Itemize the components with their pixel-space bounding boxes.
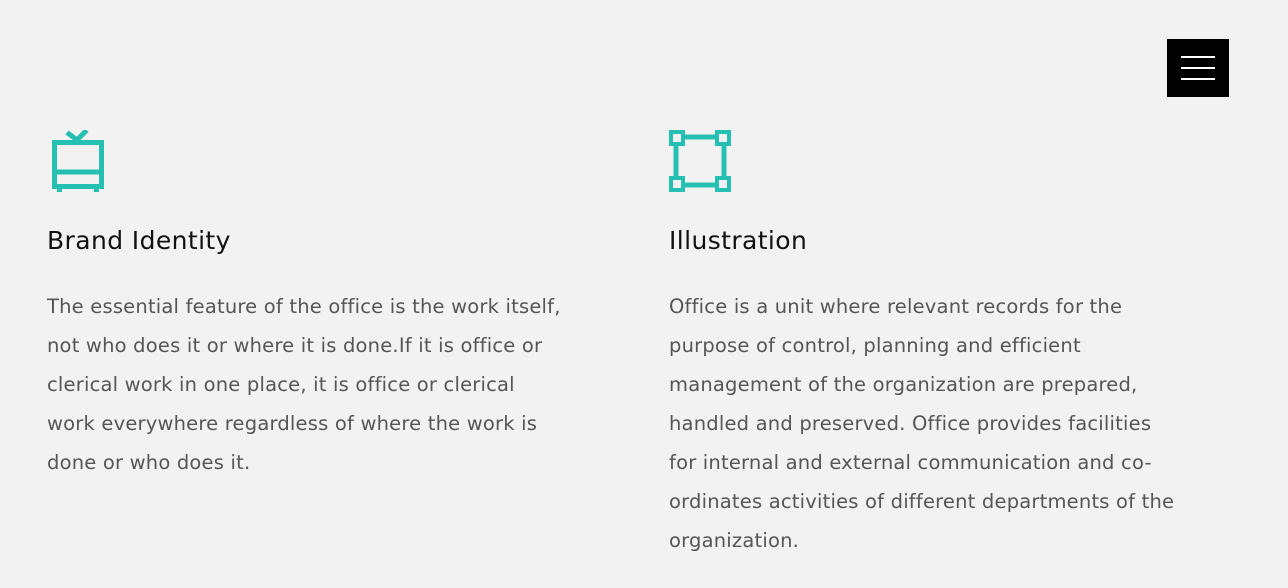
hamburger-menu-icon-bar bbox=[1181, 67, 1215, 69]
service-illustration: Illustration Office is a unit where rele… bbox=[669, 130, 1249, 560]
hamburger-menu-icon bbox=[1181, 56, 1215, 58]
description-line: for internal and external communication … bbox=[669, 451, 1152, 474]
description-line: ordinates activities of different depart… bbox=[669, 490, 1175, 513]
menu-button[interactable] bbox=[1167, 39, 1229, 97]
service-title: Brand Identity bbox=[47, 226, 231, 255]
tv-icon bbox=[52, 130, 104, 192]
description-line: clerical work in one place, it is office… bbox=[47, 373, 515, 396]
service-brand-identity: Brand Identity The essential feature of … bbox=[47, 130, 607, 482]
description-line: Office is a unit where relevant records … bbox=[669, 295, 1123, 318]
hamburger-menu-icon-bar bbox=[1181, 78, 1215, 80]
description-line: purpose of control, planning and efficie… bbox=[669, 334, 1081, 357]
description-line: handled and preserved. Office provides f… bbox=[669, 412, 1152, 435]
description-line: The essential feature of the office is t… bbox=[47, 295, 561, 318]
service-description: Office is a unit where relevant records … bbox=[669, 287, 1249, 560]
description-line: not who does it or where it is done.If i… bbox=[47, 334, 543, 357]
description-line: organization. bbox=[669, 529, 800, 552]
description-line: done or who does it. bbox=[47, 451, 251, 474]
vector-square-icon bbox=[669, 130, 731, 192]
service-title: Illustration bbox=[669, 226, 808, 255]
description-line: management of the organization are prepa… bbox=[669, 373, 1138, 396]
service-description: The essential feature of the office is t… bbox=[47, 287, 607, 482]
description-line: work everywhere regardless of where the … bbox=[47, 412, 538, 435]
